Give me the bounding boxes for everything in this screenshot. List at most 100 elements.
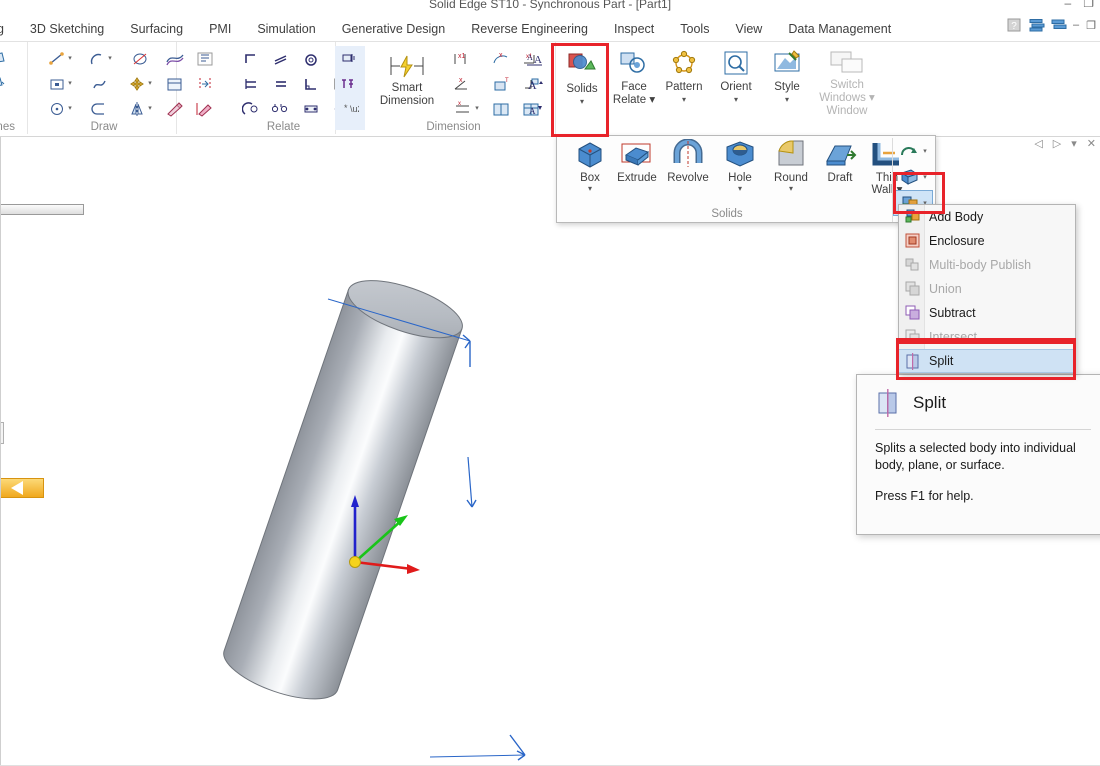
helix-icon[interactable]: ▾: [893, 138, 933, 164]
minimize-button[interactable]: –: [1065, 0, 1072, 10]
tab-truncated[interactable]: ng: [0, 16, 17, 42]
move-icon[interactable]: ▾: [120, 71, 160, 96]
sweep-caret-icon[interactable]: ▾: [923, 174, 927, 181]
ribbon-display-icon[interactable]: [1029, 18, 1045, 32]
angular-dimension-icon[interactable]: x: [486, 46, 516, 71]
tab-tools[interactable]: Tools: [667, 16, 722, 42]
solids-flyout-panel: Box ▾ Extrude Revolve Hole ▾ Round ▾ Dra…: [556, 135, 936, 223]
tab-surfacing[interactable]: Surfacing: [117, 16, 196, 42]
select-region-icon[interactable]: [160, 71, 190, 96]
coincident-plane-icon[interactable]: [0, 46, 12, 71]
angle-between-icon[interactable]: x: [446, 71, 476, 96]
arc-icon[interactable]: ▾: [80, 46, 120, 71]
horizontal-vertical-icon[interactable]: [236, 71, 266, 96]
rectangle-caret-icon[interactable]: ▾: [68, 80, 72, 87]
text-style-icon[interactable]: AA: [520, 46, 550, 71]
extend-icon[interactable]: [190, 71, 220, 96]
coordinate-system-icon[interactable]: [0, 96, 12, 121]
flyout-hole-button[interactable]: Hole ▾: [715, 139, 765, 203]
tab-data-management[interactable]: Data Management: [775, 16, 904, 42]
tangent-icon[interactable]: [236, 96, 266, 121]
coordinate-dimension-caret-icon[interactable]: ▾: [475, 105, 479, 112]
text-profile-icon[interactable]: [160, 96, 190, 121]
collapse-panel-button[interactable]: [0, 478, 44, 498]
tab-inspect[interactable]: Inspect: [601, 16, 667, 42]
curve-icon[interactable]: [80, 71, 120, 96]
tab-simulation[interactable]: Simulation: [244, 16, 328, 42]
equal-icon[interactable]: [266, 71, 296, 96]
helix-caret-icon[interactable]: ▾: [923, 148, 927, 155]
relationship-assistant-icon[interactable]: *\u2261: [335, 96, 365, 121]
distance-between-icon[interactable]: x1: [446, 46, 476, 71]
arc-caret-icon[interactable]: ▾: [108, 55, 112, 62]
style-caret-icon[interactable]: ▾: [785, 95, 789, 104]
flyout-hole-caret-icon[interactable]: ▾: [738, 184, 742, 193]
menu-item-subtract[interactable]: Subtract: [899, 301, 1075, 325]
menu-item-enclosure[interactable]: Enclosure: [899, 229, 1075, 253]
pattern-button[interactable]: Pattern ▾: [654, 44, 714, 120]
app-restore-button[interactable]: ❐: [1086, 19, 1096, 32]
flyout-extrude-button[interactable]: Extrude: [612, 139, 662, 203]
flyout-revolve-button[interactable]: Revolve: [663, 139, 713, 203]
line-caret-icon[interactable]: ▾: [68, 55, 72, 62]
move-caret-icon[interactable]: ▾: [148, 80, 152, 87]
dimension-axis-icon[interactable]: [486, 96, 516, 121]
tab-view[interactable]: View: [722, 16, 775, 42]
pattern-caret-icon[interactable]: ▾: [682, 95, 686, 104]
collinear-icon[interactable]: [266, 46, 296, 71]
sweep-icon[interactable]: ▾: [893, 164, 933, 190]
circle-icon[interactable]: ▾: [40, 96, 80, 121]
circle-caret-icon[interactable]: ▾: [68, 105, 72, 112]
tab-reverse-engineering[interactable]: Reverse Engineering: [458, 16, 601, 42]
maintain-relationships-icon[interactable]: [335, 71, 365, 96]
cylinder-model[interactable]: [180, 257, 800, 766]
flyout-box-caret-icon[interactable]: ▾: [588, 184, 592, 193]
doc-menu-button[interactable]: ▾: [1071, 137, 1077, 150]
flyout-round-caret-icon[interactable]: ▾: [789, 184, 793, 193]
symmetric-icon[interactable]: [266, 96, 296, 121]
app-minimize-button[interactable]: –: [1073, 19, 1079, 31]
rectangle-icon[interactable]: ▾: [40, 71, 80, 96]
concentric-icon[interactable]: [296, 46, 326, 71]
parallel-plane-icon[interactable]: [0, 71, 12, 96]
menu-item-add-body[interactable]: Add Body: [899, 205, 1075, 229]
line-icon[interactable]: ▾: [40, 46, 80, 71]
orient-caret-icon[interactable]: ▾: [734, 95, 738, 104]
doc-close-button[interactable]: ✕: [1087, 137, 1096, 150]
ribbon-collapse-icon[interactable]: [1051, 18, 1067, 32]
mirror-caret-icon[interactable]: ▾: [148, 105, 152, 112]
tab-3d-sketching[interactable]: 3D Sketching: [17, 16, 117, 42]
menu-item-split[interactable]: Split: [899, 349, 1075, 373]
dock-scrollbar[interactable]: [0, 204, 84, 215]
tab-generative-design[interactable]: Generative Design: [329, 16, 459, 42]
ellipse-icon[interactable]: [120, 46, 160, 71]
solids-caret-icon[interactable]: ▾: [580, 97, 584, 106]
trim-icon[interactable]: [190, 46, 220, 71]
flyout-draft-button[interactable]: Draft: [815, 139, 865, 203]
question-mark-icon[interactable]: ?: [1007, 18, 1022, 32]
doc-prev-button[interactable]: ◁: [1034, 137, 1042, 150]
lock-relate-icon[interactable]: [296, 96, 326, 121]
symmetric-diameter-icon[interactable]: T: [486, 71, 516, 96]
solids-button[interactable]: Solids ▾: [552, 44, 612, 120]
flyout-round-button[interactable]: Round ▾: [766, 139, 816, 203]
lock-plane-icon[interactable]: [335, 46, 365, 71]
smart-dimension-button[interactable]: Smart Dimension: [372, 46, 442, 118]
title-bar: Solid Edge ST10 - Synchronous Part - [Pa…: [0, 0, 1100, 16]
mirror-icon[interactable]: ▾: [120, 96, 160, 121]
decrease-text-size-icon[interactable]: A: [520, 96, 550, 121]
connect-icon[interactable]: [236, 46, 266, 71]
tab-pmi[interactable]: PMI: [196, 16, 244, 42]
perpendicular-icon[interactable]: [296, 71, 326, 96]
fillet-icon[interactable]: [80, 96, 120, 121]
offset-icon[interactable]: [160, 46, 190, 71]
increase-text-size-icon[interactable]: A: [520, 71, 550, 96]
menu-item-partial[interactable]: [899, 373, 1075, 374]
edit-sketch-icon[interactable]: [190, 96, 220, 121]
ribbon-right-controls: ? – ❐: [1007, 18, 1096, 32]
doc-next-button[interactable]: ▷: [1053, 137, 1061, 150]
coordinate-dimension-icon[interactable]: x ▾: [446, 96, 486, 121]
menu-item-intersect-label: Intersect: [929, 330, 977, 344]
flyout-box-button[interactable]: Box ▾: [565, 139, 615, 203]
restore-button[interactable]: ❐: [1083, 0, 1094, 10]
